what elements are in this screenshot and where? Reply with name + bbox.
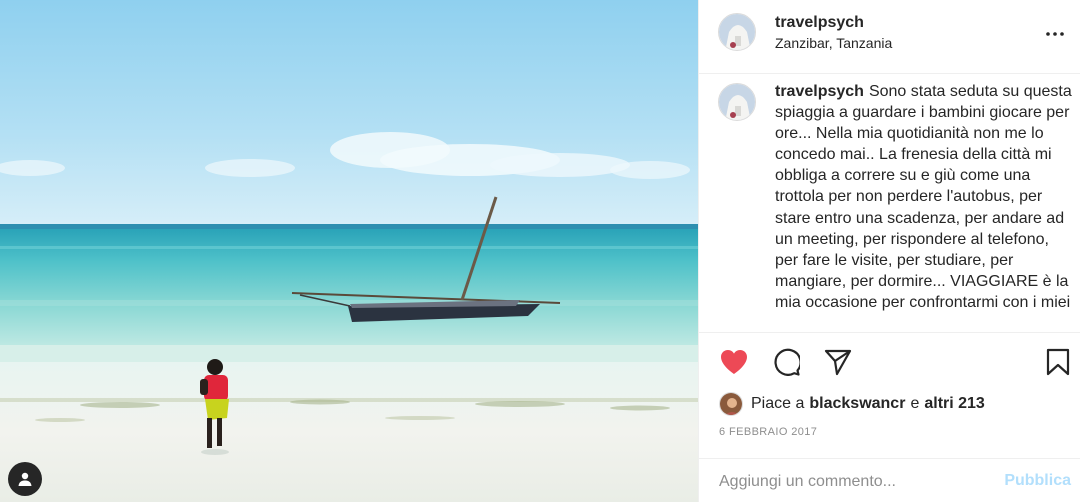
like-button[interactable] (719, 347, 749, 377)
save-button[interactable] (1043, 347, 1073, 377)
avatar-image (719, 84, 755, 120)
user-tag-button[interactable] (8, 462, 42, 496)
post-header: travelpsych Zanzibar, Tanzania (699, 0, 1080, 74)
post-date[interactable]: 6 FEBBRAIO 2017 (719, 426, 817, 438)
likes-prefix: Piace a (751, 395, 805, 412)
paper-plane-icon (824, 349, 852, 376)
author-username[interactable]: travelpsych (775, 14, 864, 32)
likes-conjunction: e (910, 395, 920, 412)
more-options-button[interactable] (1043, 24, 1067, 44)
likes-summary: Piace a blackswancr e altri 213 (719, 392, 990, 416)
more-dots-icon (1046, 32, 1064, 36)
likes-others-link[interactable]: altri 213 (924, 395, 984, 413)
caption-author-avatar[interactable] (718, 83, 756, 121)
beach-photo (0, 0, 698, 502)
caption-text: travelpsych Sono stata seduta su questa s… (775, 81, 1075, 313)
liker-avatar[interactable] (719, 392, 743, 416)
author-avatar[interactable] (718, 13, 756, 51)
comment-icon (774, 348, 800, 376)
comment-bar: Pubblica (699, 458, 1080, 502)
post-side-panel: travelpsych Zanzibar, Tanzania travelpsy… (698, 0, 1080, 502)
liker-username[interactable]: blackswancr (809, 395, 905, 413)
bookmark-icon (1046, 348, 1070, 376)
comment-input[interactable] (719, 470, 979, 494)
post-location[interactable]: Zanzibar, Tanzania (775, 35, 892, 51)
comment-button[interactable] (771, 347, 801, 377)
share-button[interactable] (823, 347, 853, 377)
post-photo[interactable] (0, 0, 698, 502)
avatar-image (719, 14, 755, 50)
avatar-image (720, 393, 742, 415)
caption-body: Sono stata seduta su questa spiaggia a g… (775, 83, 1072, 311)
caption-username[interactable]: travelpsych (775, 83, 864, 100)
publish-button[interactable]: Pubblica (1004, 472, 1071, 490)
caption-area: travelpsych Sono stata seduta su questa s… (699, 75, 1080, 331)
user-tag-icon (18, 472, 32, 486)
heart-filled-icon (721, 350, 747, 374)
action-bar (699, 332, 1080, 392)
